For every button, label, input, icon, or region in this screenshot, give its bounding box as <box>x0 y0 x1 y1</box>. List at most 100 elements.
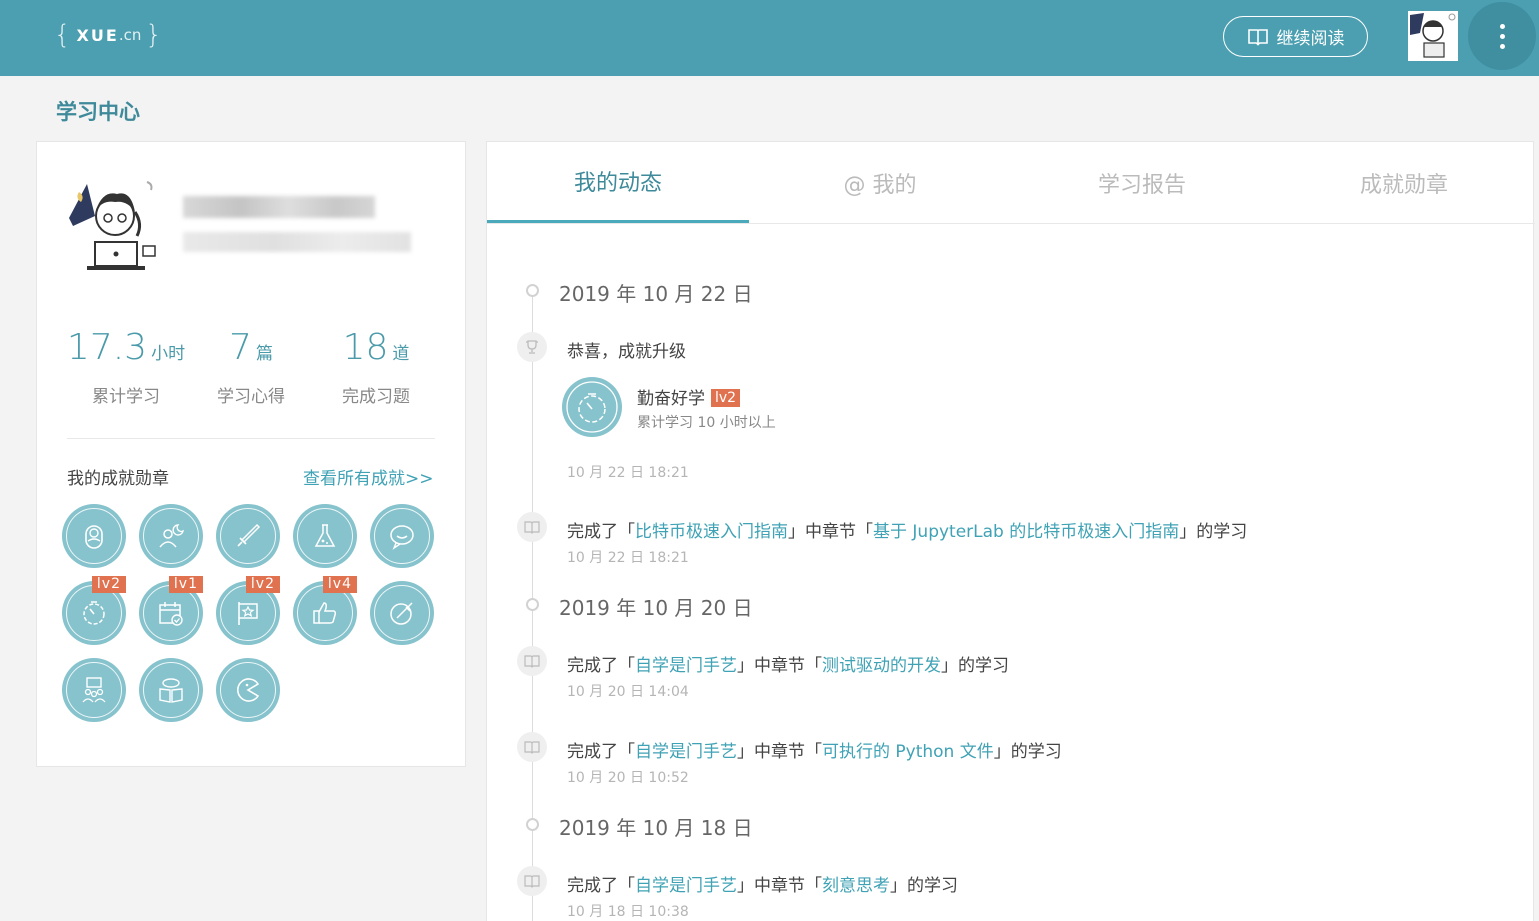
timestamp: 10 月 18 日 10:38 <box>567 904 689 920</box>
pen-nib-icon <box>390 602 413 625</box>
badge-level-tag: lv2 <box>91 576 126 593</box>
timeline-date-dot <box>526 284 539 297</box>
stat-unit: 小时 <box>151 344 186 364</box>
chapter-link[interactable]: 基于 JupyterLab 的比特币极速入门指南 <box>873 522 1179 542</box>
timer-icon <box>566 381 618 433</box>
logo-brace-close: } <box>145 20 162 50</box>
course-link[interactable]: 自学是门手艺 <box>635 876 737 896</box>
tab-study-report[interactable]: 学习报告 <box>1011 142 1273 224</box>
more-dot-icon <box>1499 33 1505 39</box>
avatar-illustration-icon <box>1408 11 1458 61</box>
tab-my-activity[interactable]: 我的动态 <box>487 142 749 223</box>
badge-star-flag[interactable]: lv2 <box>216 576 280 645</box>
stat-label: 学习心得 <box>217 387 285 407</box>
book-icon <box>517 866 547 896</box>
stat-value: 18 <box>342 327 389 368</box>
entry-text: 」中章节「 <box>737 656 822 676</box>
entry-text: 」的学习 <box>890 876 958 896</box>
timer-icon <box>83 601 105 625</box>
badge-level-tag: lv1 <box>168 576 203 593</box>
stat-study-hours: 17.3 小时 累计学习 <box>61 327 191 407</box>
timeline-date-dot <box>526 598 539 611</box>
username-blurred <box>183 196 375 218</box>
tab-mentions[interactable]: @ 我的 <box>749 142 1011 224</box>
achievement-title: 勤奋好学 <box>637 389 705 409</box>
more-dot-icon <box>1499 23 1505 29</box>
stat-label: 完成习题 <box>342 387 410 407</box>
badge-level-tag: lv4 <box>322 576 357 593</box>
activity-entry: 完成了「自学是门手艺」中章节「刻意思考」的学习 <box>567 871 958 896</box>
profile-avatar[interactable] <box>65 176 165 276</box>
achievement-name: 勤奋好学 lv2 <box>637 384 741 409</box>
badge-sword[interactable] <box>216 504 280 568</box>
activity-entry: 完成了「自学是门手艺」中章节「测试驱动的开发」的学习 <box>567 651 1009 676</box>
entry-text: 完成了「 <box>567 522 635 542</box>
logo-domain: .cn <box>118 26 142 44</box>
book-icon <box>517 732 547 762</box>
entry-text: 」的学习 <box>941 656 1009 676</box>
stat-exercises: 18 道 完成习题 <box>311 327 441 407</box>
badge-chat[interactable] <box>370 504 434 568</box>
logo-text: XUE <box>76 25 119 45</box>
top-bar: { XUE .cn } 继续阅读 <box>0 0 1539 76</box>
stat-value: 7 <box>229 327 252 368</box>
entry-text: 完成了「 <box>567 656 635 676</box>
chapter-link[interactable]: 刻意思考 <box>822 876 890 896</box>
badge-pen[interactable] <box>370 581 434 645</box>
entry-text: 」的学习 <box>1179 522 1248 542</box>
badge-pacman[interactable] <box>216 658 280 722</box>
badge-timer[interactable]: lv2 <box>62 576 126 645</box>
activity-entry: 完成了「比特币极速入门指南」中章节「基于 JupyterLab 的比特币极速入门… <box>567 517 1247 542</box>
continue-reading-button[interactable]: 继续阅读 <box>1223 16 1368 57</box>
star-flag-icon <box>238 602 258 625</box>
badge-night[interactable] <box>139 504 203 568</box>
book-icon <box>517 646 547 676</box>
view-all-badges-link[interactable]: 查看所有成就>> <box>303 464 434 489</box>
achievement-heading: 恭喜，成就升级 <box>567 342 686 362</box>
achievement-desc: 累计学习 10 小时以上 <box>637 415 776 431</box>
chapter-link[interactable]: 测试驱动的开发 <box>822 656 941 676</box>
sword-icon <box>237 523 261 547</box>
timestamp: 10 月 22 日 18:21 <box>567 465 689 481</box>
course-link[interactable]: 自学是门手艺 <box>635 742 737 762</box>
more-menu-button[interactable] <box>1468 2 1536 70</box>
course-link[interactable]: 比特币极速入门指南 <box>635 522 788 542</box>
badge-flask[interactable] <box>293 504 357 568</box>
entry-text: 完成了「 <box>567 742 635 762</box>
badge-level-tag: lv2 <box>245 576 280 593</box>
badge-baby[interactable] <box>62 504 126 568</box>
divider <box>67 438 435 439</box>
user-avatar[interactable] <box>1408 11 1458 61</box>
tab-bar: 我的动态 @ 我的 学习报告 成就勋章 <box>487 142 1535 224</box>
badge-calendar[interactable]: lv1 <box>139 576 203 645</box>
timestamp: 10 月 22 日 18:21 <box>567 550 689 566</box>
entry-text: 」中章节「 <box>737 876 822 896</box>
site-logo[interactable]: { XUE .cn } <box>54 20 162 50</box>
timeline-date: 2019 年 10 月 22 日 <box>559 282 753 306</box>
stat-label: 累计学习 <box>92 387 160 407</box>
badge-book-chat[interactable] <box>139 658 203 722</box>
logo-brace-open: { <box>54 20 71 50</box>
tab-achievements[interactable]: 成就勋章 <box>1273 142 1535 224</box>
baby-icon <box>85 525 103 549</box>
trophy-icon <box>517 332 547 362</box>
night-person-icon <box>159 524 184 548</box>
badge-group[interactable] <box>62 658 126 722</box>
page-title: 学习中心 <box>56 100 140 124</box>
pacman-icon <box>237 678 260 702</box>
timeline-date: 2019 年 10 月 20 日 <box>559 596 753 620</box>
group-icon <box>82 677 106 703</box>
open-book-icon <box>1247 28 1268 45</box>
stat-value: 17.3 <box>66 327 148 368</box>
achievement-level-tag: lv2 <box>711 389 741 407</box>
stat-unit: 篇 <box>255 344 273 364</box>
badge-thumbs-up[interactable]: lv4 <box>293 576 357 645</box>
course-link[interactable]: 自学是门手艺 <box>635 656 737 676</box>
entry-text: 」中章节「 <box>737 742 822 762</box>
timeline-date: 2019 年 10 月 18 日 <box>559 816 753 840</box>
stat-unit: 道 <box>392 344 410 364</box>
achievement-badge[interactable] <box>562 377 622 437</box>
book-chat-icon <box>159 678 183 703</box>
chapter-link[interactable]: 可执行的 Python 文件 <box>822 742 994 762</box>
timeline-date-dot <box>526 818 539 831</box>
